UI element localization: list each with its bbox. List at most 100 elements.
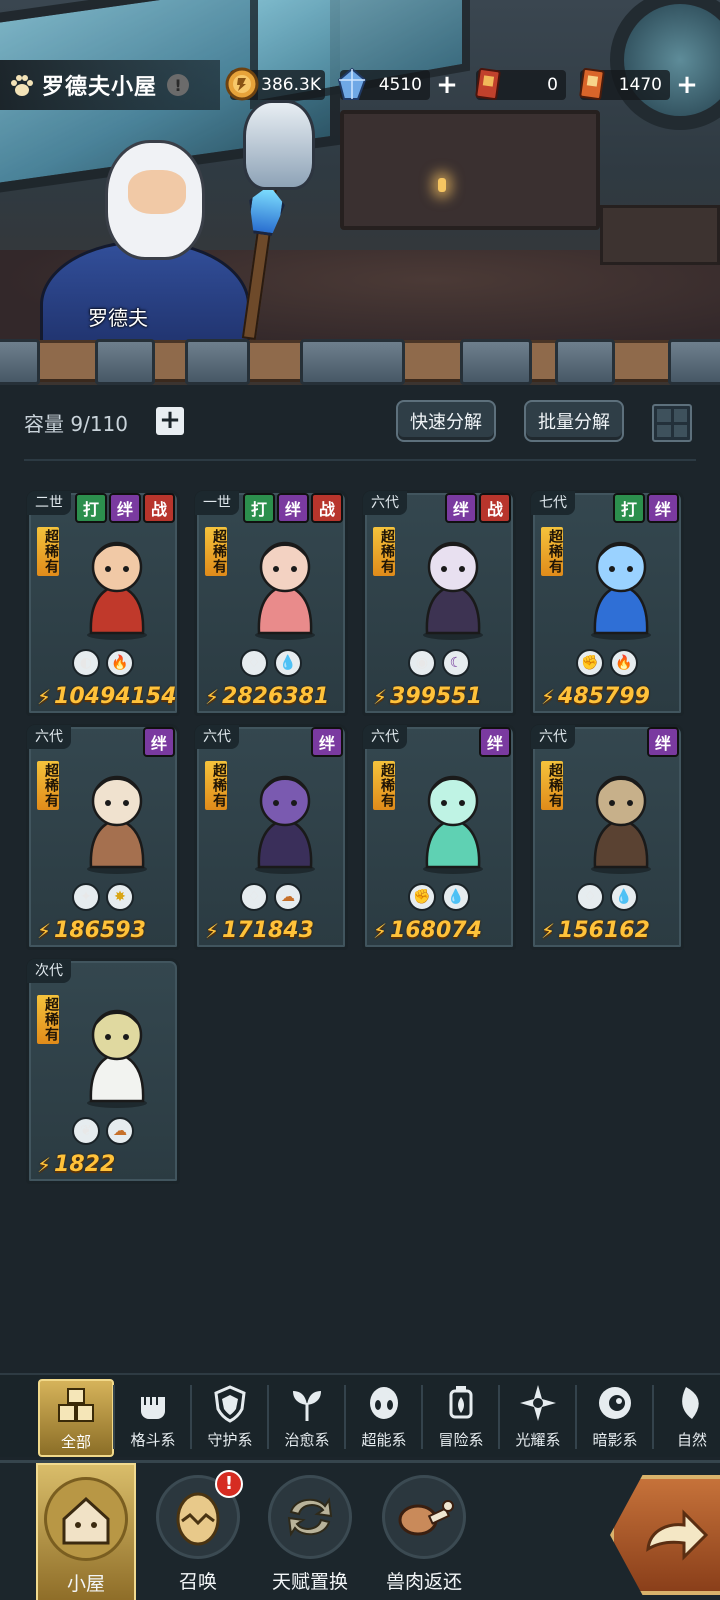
beam-stone [555, 339, 615, 385]
power-number: 168074 [390, 918, 482, 943]
nav-label: 小屋 [66, 1573, 105, 1595]
earth-icon: ☁ [274, 883, 302, 911]
trait-tag: 绊 [311, 727, 343, 757]
fist-icon [141, 1397, 165, 1419]
category-leaf[interactable]: 自然 [654, 1379, 720, 1457]
resource-red-ticket[interactable]: 0 [475, 68, 566, 100]
trait-tag: 战 [479, 493, 511, 523]
trait-tag: 绊 [445, 493, 477, 523]
category-radiant[interactable]: 光耀系 [500, 1379, 576, 1457]
staff-gem [245, 183, 288, 238]
pet-card[interactable]: 六代 绊超稀有 ✊ 💧 ⚡ 168074 [362, 724, 516, 950]
psychic-icon: ◐ [72, 649, 100, 677]
trait-tag: 战 [143, 493, 175, 523]
nav-label: 召唤 [178, 1571, 217, 1593]
egg-icon: ! [156, 1470, 243, 1559]
add-ticket-button[interactable]: + [674, 72, 700, 98]
nav-meat-return[interactable]: 兽肉返还 [374, 1463, 474, 1600]
tag-group: 打绊战 [75, 493, 175, 523]
batch-decompose-button[interactable]: 批量分解 [524, 400, 624, 442]
category-label: 自然 [676, 1431, 707, 1449]
nav-talent-swap[interactable]: 天赋置换 [260, 1463, 360, 1600]
light-icon: ✸ [106, 883, 134, 911]
category-label: 格斗系 [130, 1431, 176, 1449]
wizard-face [128, 170, 186, 214]
add-crystal-button[interactable]: + [434, 72, 460, 98]
rarity-badge: 超稀有 [541, 527, 563, 576]
guard-icon: ♢ [240, 649, 268, 677]
trait-tag: 绊 [647, 493, 679, 523]
trait-tag: 绊 [479, 727, 511, 757]
tag-group: 打绊战 [243, 493, 343, 523]
rarity-badge: 超稀有 [205, 761, 227, 810]
pet-card[interactable]: 七代 打绊超稀有 ✊ 🔥 ⚡ 485799 [530, 490, 684, 716]
category-label: 冒险系 [438, 1431, 484, 1449]
fox-portrait [423, 541, 483, 640]
attribute-icons: ✊ 🔥 [533, 649, 681, 677]
category-fist[interactable]: 格斗系 [115, 1379, 191, 1457]
tag-group: 绊 [647, 727, 679, 757]
category-all[interactable]: 全部 [38, 1379, 114, 1457]
power-value: ⚡ 168074 [373, 918, 482, 943]
tag-group: 打绊 [613, 493, 679, 523]
power-icon: ⚡ [541, 684, 556, 709]
water-icon: 💧 [274, 649, 302, 677]
rarity-badge: 超稀有 [373, 761, 395, 810]
orange-ticket-value: 1470 [618, 75, 662, 95]
resource-gold[interactable]: 386.3K [225, 67, 325, 101]
category-separator [575, 1385, 577, 1449]
nav-hut[interactable]: 小屋 [36, 1463, 136, 1600]
expand-capacity-button[interactable]: + [156, 407, 184, 435]
category-label: 超能系 [361, 1431, 407, 1449]
pet-card[interactable]: 一世打绊战超稀有 ♢ 💧 ⚡ 2826381 [194, 490, 348, 716]
category-shield[interactable]: 守护系 [192, 1379, 268, 1457]
pet-card[interactable]: 次代 超稀有 ❦ ☁ ⚡ 1822 [26, 958, 180, 1184]
rarity-badge: 超稀有 [37, 995, 59, 1044]
category-separator [344, 1385, 346, 1449]
category-eye[interactable]: 暗影系 [577, 1379, 653, 1457]
owl-npc[interactable] [243, 100, 315, 190]
wooden-beam [0, 339, 720, 385]
hut-scene: 罗德夫 [0, 0, 720, 385]
beam-stone [185, 339, 250, 385]
heal-icon: ❦ [72, 1117, 100, 1145]
power-icon: ⚡ [205, 918, 220, 943]
attribute-icons: ✦ ✸ [29, 883, 177, 911]
npc-name-label: 罗德夫 [88, 306, 148, 330]
pet-card[interactable]: 六代 绊超稀有 ♢ 💧 ⚡ 156162 [530, 724, 684, 950]
generation-label: 七代 [531, 491, 575, 515]
red-ticket-value: 0 [547, 75, 558, 95]
info-icon[interactable]: ! [167, 74, 190, 96]
pet-card[interactable]: 六代 绊超稀有 ♢ ☁ ⚡ 171843 [194, 724, 348, 950]
generation-label: 六代 [531, 725, 575, 749]
power-value: ⚡ 171843 [205, 918, 314, 943]
water-spirit-portrait [423, 775, 483, 874]
rarity-badge: 超稀有 [205, 527, 227, 576]
power-number: 399551 [390, 684, 482, 709]
app-root: 罗德夫 罗德夫小屋 ! 386.3K 4510 + 0 1470 + 容量 9/… [0, 0, 720, 1600]
attribute-icons: ◐ 🔥 [29, 649, 177, 677]
go-forward-button[interactable] [610, 1475, 720, 1595]
category-lantern[interactable]: 冒险系 [423, 1379, 499, 1457]
rarity-badge: 超稀有 [37, 527, 59, 576]
nav-summon[interactable]: ! 召唤 [148, 1463, 248, 1600]
category-sprout[interactable]: 治愈系 [269, 1379, 345, 1457]
tag-group: 绊 [479, 727, 511, 757]
resource-orange-ticket[interactable]: 1470 + [579, 68, 698, 100]
pet-card[interactable]: 六代 绊战超稀有 ◉ ☾ ⚡ 399551 [362, 490, 516, 716]
dark-flower-portrait [255, 775, 315, 874]
category-psychic[interactable]: 超能系 [346, 1379, 422, 1457]
category-separator [267, 1385, 269, 1449]
pet-card[interactable]: 六代 绊超稀有 ✦ ✸ ⚡ 186593 [26, 724, 180, 950]
top-bar: 罗德夫小屋 ! 386.3K 4510 + 0 1470 + [0, 60, 720, 110]
category-label: 暗影系 [592, 1431, 638, 1449]
earth-icon: ☁ [106, 1117, 134, 1145]
grid-view-icon[interactable] [652, 404, 692, 442]
meat-icon [382, 1475, 466, 1559]
resource-crystal[interactable]: 4510 + [337, 67, 458, 100]
power-icon: ⚡ [373, 684, 388, 709]
pet-card[interactable]: 二世打绊战超稀有 ◐ 🔥 ⚡ 10494154 [26, 490, 180, 716]
attribute-icons: ✊ 💧 [365, 883, 513, 911]
fire-icon: 🔥 [106, 649, 134, 677]
quick-decompose-button[interactable]: 快速分解 [396, 400, 496, 442]
